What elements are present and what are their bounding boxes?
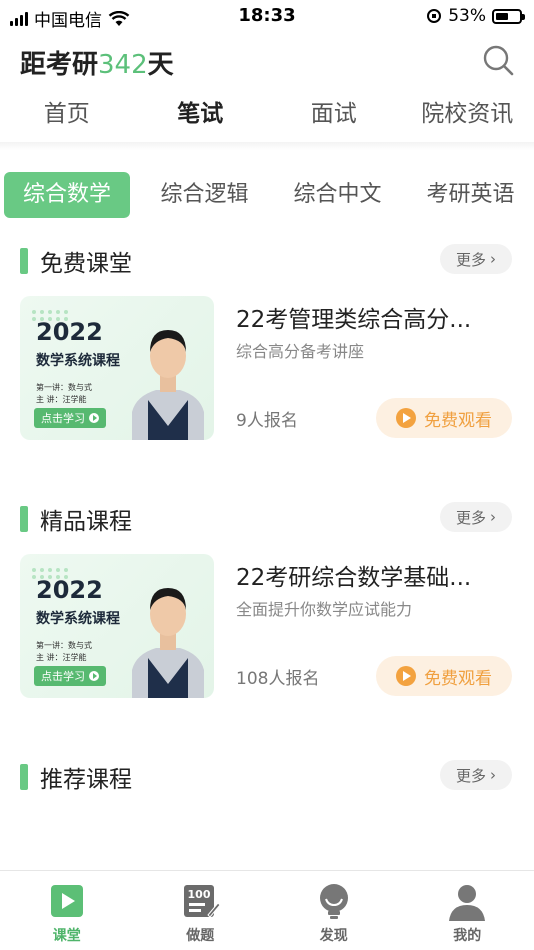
thumb-title: 数学系统课程 — [36, 353, 120, 369]
profile-icon — [449, 885, 486, 921]
more-button-recommended[interactable]: 更多 › — [440, 760, 512, 790]
enroll-count: 108人报名 — [236, 669, 320, 689]
section-premium-title: 精品课程 — [20, 502, 132, 536]
battery-icon — [492, 8, 525, 24]
course-desc: 全面提升你数学应试能力 — [236, 600, 413, 619]
course-title[interactable]: 22考研综合数学基础... — [236, 558, 506, 592]
main-tabs: 首页 笔试 面试 院校资讯 — [0, 94, 534, 134]
thumb-year: 2022 — [36, 318, 103, 346]
nav-discover[interactable]: 发现 — [267, 871, 401, 950]
thumb-lecturer: 主 讲：汪学能 — [36, 653, 87, 662]
bottom-nav: 课堂 100 做题 发现 我的 — [0, 870, 534, 950]
tab-school-news[interactable]: 院校资讯 — [401, 94, 534, 134]
subject-tabs: 综合数学 综合逻辑 综合中文 考研英语 — [4, 172, 534, 218]
tab-interview[interactable]: 面试 — [267, 94, 401, 134]
orientation-lock-icon — [427, 9, 442, 23]
course-card-free[interactable]: 2022 数学系统课程 第一讲：数与式 主 讲：汪学能 点击学习 22考管理类综… — [20, 296, 514, 440]
classroom-icon — [50, 885, 83, 917]
thumb-lecture: 第一讲：数与式 — [36, 641, 92, 650]
chevron-right-icon: › — [490, 766, 496, 784]
thumb-lecturer: 主 讲：汪学能 — [36, 395, 87, 404]
countdown-title: 距考研342天 — [20, 50, 174, 80]
battery-percent: 53% — [448, 6, 486, 26]
nav-profile[interactable]: 我的 — [401, 871, 534, 950]
free-watch-button[interactable]: 免费观看 — [376, 398, 512, 438]
search-icon[interactable] — [482, 44, 514, 76]
free-watch-button[interactable]: 免费观看 — [376, 656, 512, 696]
course-thumbnail[interactable]: 2022 数学系统课程 第一讲：数与式 主 讲：汪学能 点击学习 — [20, 554, 214, 698]
play-icon — [89, 671, 99, 681]
thumb-study-button[interactable]: 点击学习 — [34, 408, 106, 428]
header-divider — [0, 142, 534, 150]
status-bar: 中国电信 18:33 53% — [0, 0, 534, 34]
thumb-lecture: 第一讲：数与式 — [36, 383, 92, 392]
thumb-title: 数学系统课程 — [36, 611, 120, 627]
more-button-free[interactable]: 更多 › — [440, 244, 512, 274]
subject-tab-logic[interactable]: 综合逻辑 — [138, 172, 271, 218]
nav-exercise[interactable]: 100 做题 — [134, 871, 268, 950]
enroll-count: 9人报名 — [236, 411, 298, 431]
nav-classroom[interactable]: 课堂 — [0, 871, 134, 950]
subject-tab-math[interactable]: 综合数学 — [4, 172, 130, 218]
lecturer-photo — [132, 330, 204, 440]
section-recommended-title: 推荐课程 — [20, 760, 132, 794]
section-free-class-title: 免费课堂 — [20, 244, 132, 278]
section-marker — [20, 506, 28, 532]
thumb-study-button[interactable]: 点击学习 — [34, 666, 106, 686]
chevron-right-icon: › — [490, 508, 496, 526]
section-marker — [20, 764, 28, 790]
tab-home[interactable]: 首页 — [0, 94, 134, 134]
play-icon — [396, 408, 416, 428]
subject-tab-english[interactable]: 考研英语 — [404, 172, 534, 218]
play-icon — [396, 666, 416, 686]
chevron-right-icon: › — [490, 250, 496, 268]
tab-written-exam[interactable]: 笔试 — [134, 94, 268, 134]
lecturer-photo — [132, 588, 204, 698]
course-desc: 综合高分备考讲座 — [236, 342, 365, 361]
lightbulb-icon — [319, 884, 348, 919]
exercise-icon: 100 — [184, 885, 221, 918]
thumb-year: 2022 — [36, 576, 103, 604]
course-card-premium[interactable]: 2022 数学系统课程 第一讲：数与式 主 讲：汪学能 点击学习 22考研综合数… — [20, 554, 514, 698]
play-icon — [89, 413, 99, 423]
more-button-premium[interactable]: 更多 › — [440, 502, 512, 532]
subject-tab-chinese[interactable]: 综合中文 — [271, 172, 404, 218]
course-thumbnail[interactable]: 2022 数学系统课程 第一讲：数与式 主 讲：汪学能 点击学习 — [20, 296, 214, 440]
status-right: 53% — [426, 6, 525, 26]
section-marker — [20, 248, 28, 274]
svg-text:100: 100 — [188, 888, 211, 901]
course-title[interactable]: 22考管理类综合高分... — [236, 300, 506, 334]
